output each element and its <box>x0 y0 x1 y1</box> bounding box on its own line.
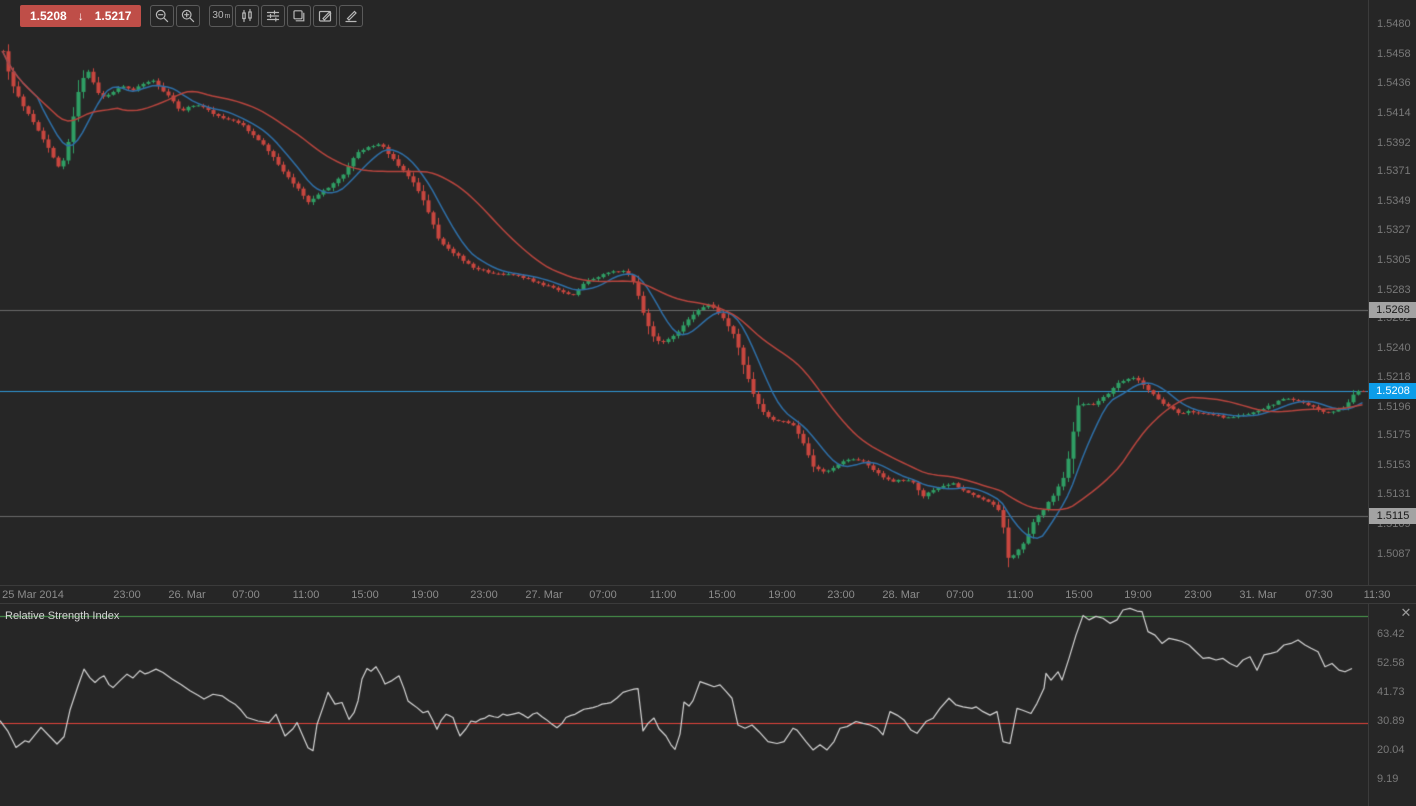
price-tick-label: 1.5153 <box>1377 459 1411 471</box>
timeframe-unit: m <box>225 13 231 20</box>
last-price-badge: 1.5208 <box>1369 383 1416 399</box>
sliders-icon <box>265 8 281 24</box>
time-axis[interactable]: 25 Mar 2014 23:00 26. Mar 07:00 11:00 15:00 19… <box>0 585 1416 604</box>
trading-chart-window: 1.5208 ↓ 1.5217 30m <box>0 0 1416 806</box>
price-tick-label: 1.5480 <box>1377 18 1411 30</box>
rsi-tick-label: 9.19 <box>1377 773 1398 785</box>
price-chart-canvas[interactable] <box>0 0 1368 585</box>
overlapping-pages-icon <box>291 8 307 24</box>
time-tick-label: 19:00 <box>768 589 796 601</box>
price-tick-label: 1.5349 <box>1377 195 1411 207</box>
time-tick-label: 27. Mar <box>525 589 562 601</box>
time-tick-label: 23:00 <box>1184 589 1212 601</box>
zoom-out-button[interactable] <box>150 5 174 27</box>
rsi-tick-label: 20.04 <box>1377 744 1405 756</box>
level-price-badge: 1.5268 <box>1369 302 1416 318</box>
chart-toolbar: 1.5208 ↓ 1.5217 30m <box>20 5 363 27</box>
time-tick-label: 23:00 <box>470 589 498 601</box>
rsi-tick-label: 52.58 <box>1377 657 1405 669</box>
time-tick-label: 23:00 <box>827 589 855 601</box>
rsi-chart-canvas[interactable] <box>0 604 1368 806</box>
ask-price: 1.5217 <box>95 9 132 23</box>
time-tick-label: 15:00 <box>1065 589 1093 601</box>
time-tick-label: 15:00 <box>708 589 736 601</box>
time-tick-label: 23:00 <box>113 589 141 601</box>
time-tick-label: 19:00 <box>1124 589 1152 601</box>
time-tick-label: 07:00 <box>589 589 617 601</box>
rsi-tick-label: 30.89 <box>1377 715 1405 727</box>
time-tick-label: 31. Mar <box>1239 589 1276 601</box>
level-price-badge: 1.5115 <box>1369 508 1416 524</box>
price-tick-label: 1.5305 <box>1377 254 1411 266</box>
price-tick-label: 1.5327 <box>1377 224 1411 236</box>
time-tick-label: 11:00 <box>293 589 320 601</box>
bid-price: 1.5208 <box>30 9 67 23</box>
edit-chart-button[interactable] <box>313 5 337 27</box>
price-tick-label: 1.5371 <box>1377 165 1411 177</box>
rsi-close-button[interactable]: ✕ <box>1398 605 1414 621</box>
price-tick-label: 1.5436 <box>1377 77 1411 89</box>
time-tick-label: 07:00 <box>946 589 974 601</box>
compare-charts-button[interactable] <box>287 5 311 27</box>
rsi-tick-label: 41.73 <box>1377 686 1405 698</box>
time-tick-label: 07:00 <box>232 589 260 601</box>
price-tick-label: 1.5283 <box>1377 284 1411 296</box>
draw-tool-button[interactable] <box>339 5 363 27</box>
timeframe-value: 30 <box>212 11 223 21</box>
time-tick-label: 11:00 <box>650 589 677 601</box>
time-tick-label: 25 Mar 2014 <box>2 589 64 601</box>
price-tick-label: 1.5131 <box>1377 488 1411 500</box>
rsi-tick-label: 63.42 <box>1377 628 1405 640</box>
price-tick-label: 1.5087 <box>1377 548 1411 560</box>
marker-pen-icon <box>343 8 359 24</box>
magnifier-minus-icon <box>154 8 170 24</box>
time-tick-label: 11:30 <box>1364 589 1391 601</box>
price-tick-label: 1.5240 <box>1377 342 1411 354</box>
price-tick-label: 1.5218 <box>1377 371 1411 383</box>
price-direction-down-icon: ↓ <box>78 9 84 23</box>
price-tick-label: 1.5175 <box>1377 429 1411 441</box>
magnifier-plus-icon <box>180 8 196 24</box>
time-tick-label: 11:00 <box>1007 589 1034 601</box>
time-tick-label: 15:00 <box>351 589 379 601</box>
time-tick-label: 28. Mar <box>882 589 919 601</box>
price-tick-label: 1.5392 <box>1377 137 1411 149</box>
note-pencil-icon <box>317 8 333 24</box>
zoom-in-button[interactable] <box>176 5 200 27</box>
time-tick-label: 07:30 <box>1305 589 1333 601</box>
chart-type-button[interactable] <box>235 5 259 27</box>
price-axis[interactable]: 1.5480 1.5458 1.5436 1.5414 1.5392 1.5371 1.53… <box>1368 0 1416 806</box>
rsi-title: Relative Strength Index <box>5 610 119 622</box>
price-tick-label: 1.5196 <box>1377 401 1411 413</box>
time-tick-label: 19:00 <box>411 589 439 601</box>
candlestick-chart-icon <box>239 8 255 24</box>
bid-ask-badge[interactable]: 1.5208 ↓ 1.5217 <box>20 5 141 27</box>
price-tick-label: 1.5414 <box>1377 107 1411 119</box>
time-tick-label: 26. Mar <box>168 589 205 601</box>
timeframe-button[interactable]: 30m <box>209 5 233 27</box>
price-tick-label: 1.5458 <box>1377 48 1411 60</box>
indicator-settings-button[interactable] <box>261 5 285 27</box>
